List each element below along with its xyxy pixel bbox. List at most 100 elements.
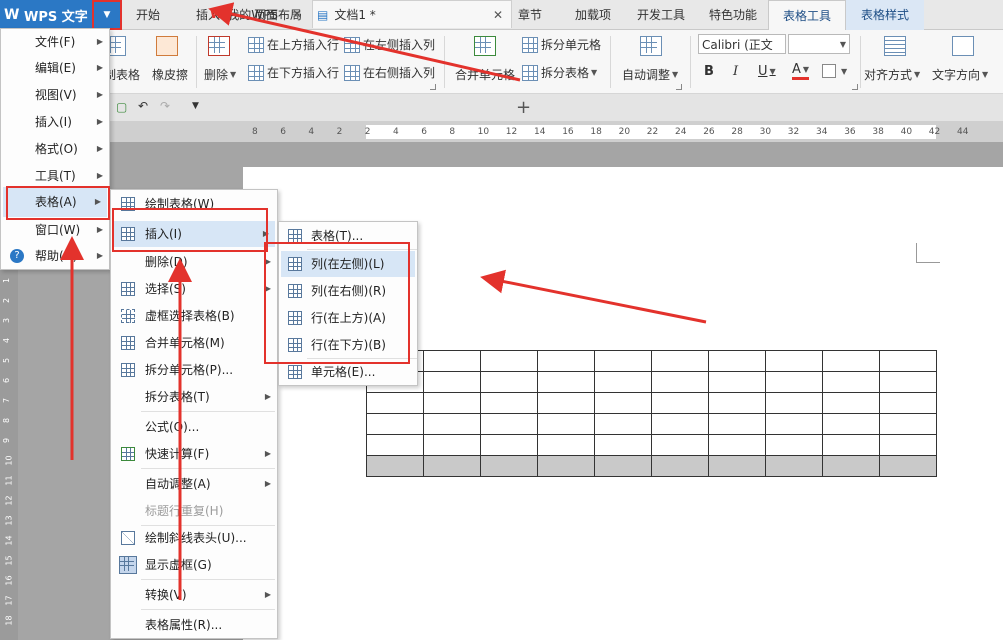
menu-item-auto-fit[interactable]: 自动调整(A) ▶: [111, 471, 277, 497]
menu-item-delete[interactable]: 删除(D) ▶: [111, 249, 277, 275]
table-cell[interactable]: [822, 413, 880, 435]
font-color-button[interactable]: A ▼: [792, 62, 810, 80]
doc-tab-mywps[interactable]: W 我的WPS ✕: [210, 0, 310, 28]
table-cell[interactable]: [708, 455, 766, 477]
table-cell[interactable]: [480, 413, 538, 435]
table-cell[interactable]: [822, 455, 880, 477]
table-cell[interactable]: [537, 350, 595, 372]
tab-addins[interactable]: 加载项: [564, 0, 622, 30]
table-cell[interactable]: [594, 413, 652, 435]
table-cell[interactable]: [879, 413, 937, 435]
table-cell[interactable]: [708, 350, 766, 372]
table-row[interactable]: [366, 434, 937, 456]
table-cell[interactable]: [708, 434, 766, 456]
table-cell[interactable]: [366, 392, 424, 414]
table-cell[interactable]: [651, 455, 709, 477]
table-cell[interactable]: [822, 350, 880, 372]
new-tab-icon[interactable]: +: [516, 97, 531, 118]
table-cell[interactable]: [594, 455, 652, 477]
menu-item-insert[interactable]: 插入(I) ▶: [1, 109, 109, 135]
table-cell[interactable]: [651, 434, 709, 456]
dialog-launcher-icon[interactable]: [676, 84, 682, 90]
delete-button[interactable]: 删除 ▼: [204, 66, 236, 83]
table-row[interactable]: [366, 371, 937, 393]
eraser-button[interactable]: 橡皮擦: [152, 66, 188, 83]
menu-item-row-above[interactable]: 行(在上方)(A): [279, 305, 417, 331]
menu-item-dashed-select[interactable]: 虚框选择表格(B): [111, 303, 277, 329]
tab-table-tools[interactable]: 表格工具: [768, 0, 846, 30]
table-row[interactable]: [366, 413, 937, 435]
insert-right-button[interactable]: 在右侧插入列: [344, 64, 435, 81]
table-cell[interactable]: [708, 371, 766, 393]
table-cell[interactable]: [651, 350, 709, 372]
table-cell[interactable]: [879, 455, 937, 477]
table-cell[interactable]: [594, 371, 652, 393]
split-table-button[interactable]: 拆分表格 ▼: [522, 64, 597, 81]
table-cell[interactable]: [594, 392, 652, 414]
table-cell[interactable]: [708, 392, 766, 414]
menu-item-row-below[interactable]: 行(在下方)(B): [279, 332, 417, 358]
menu-item-view[interactable]: 视图(V) ▶: [1, 82, 109, 108]
menu-item-insert-table[interactable]: 表格(T)...: [279, 223, 417, 249]
menu-item-edit[interactable]: 编辑(E) ▶: [1, 55, 109, 81]
table-row[interactable]: [366, 350, 937, 372]
tab-table-style[interactable]: 表格样式: [846, 0, 924, 30]
menu-item-quick-calc[interactable]: 快速计算(F) ▶: [111, 441, 277, 467]
dialog-launcher-icon[interactable]: [430, 84, 436, 90]
table-cell[interactable]: [765, 434, 823, 456]
table-cell[interactable]: [651, 371, 709, 393]
table-cell[interactable]: [480, 392, 538, 414]
doc-tab-document1[interactable]: ▤ 文档1 * ✕: [312, 0, 512, 28]
table-cell[interactable]: [423, 350, 481, 372]
table-row[interactable]: [366, 455, 937, 477]
table-cell[interactable]: [480, 350, 538, 372]
table-cell[interactable]: [537, 413, 595, 435]
tab-developer[interactable]: 开发工具: [628, 0, 694, 30]
table-cell[interactable]: [879, 434, 937, 456]
table-cell[interactable]: [708, 413, 766, 435]
table-cell[interactable]: [480, 455, 538, 477]
italic-button[interactable]: I: [733, 64, 738, 79]
split-cells-button[interactable]: 拆分单元格: [522, 36, 601, 53]
underline-button[interactable]: U ▼: [758, 64, 776, 79]
table-cell[interactable]: [765, 392, 823, 414]
table-row[interactable]: [366, 392, 937, 414]
table-cell[interactable]: [879, 350, 937, 372]
table-cell[interactable]: [423, 434, 481, 456]
table-cell[interactable]: [594, 434, 652, 456]
redo-icon[interactable]: ↷: [160, 99, 170, 113]
menu-item-window[interactable]: 窗口(W) ▶: [1, 217, 109, 243]
table-cell[interactable]: [879, 371, 937, 393]
app-menu-button[interactable]: W WPS 文字: [0, 0, 92, 30]
table-cell[interactable]: [423, 371, 481, 393]
menu-item-col-left[interactable]: 列(在左侧)(L): [281, 251, 415, 277]
auto-fit-button[interactable]: 自动调整 ▼: [622, 66, 678, 83]
menu-item-split-cells[interactable]: 拆分单元格(P)...: [111, 357, 277, 383]
table-cell[interactable]: [423, 392, 481, 414]
insert-below-button[interactable]: 在下方插入行: [248, 64, 339, 81]
menu-item-convert[interactable]: 转换(V) ▶: [111, 582, 277, 608]
table-cell[interactable]: [822, 434, 880, 456]
menu-item-help[interactable]: ? 帮助(H) ▶: [1, 243, 109, 269]
document-table[interactable]: [366, 350, 937, 477]
menu-item-split-table[interactable]: 拆分表格(T) ▶: [111, 384, 277, 410]
undo-icon[interactable]: ↶: [138, 99, 148, 113]
menu-item-col-right[interactable]: 列(在右侧)(R): [279, 278, 417, 304]
tab-special-features[interactable]: 特色功能: [700, 0, 766, 30]
table-cell[interactable]: [822, 371, 880, 393]
font-size-select[interactable]: ▼: [788, 34, 850, 54]
tab-start[interactable]: 开始: [122, 0, 174, 30]
table-cell[interactable]: [879, 392, 937, 414]
print-preview-icon[interactable]: ▢: [116, 100, 127, 114]
merge-cells-button[interactable]: 合并单元格: [455, 66, 515, 83]
menu-item-table-properties[interactable]: 表格属性(R)...: [111, 612, 277, 638]
menu-item-insert-cells[interactable]: 单元格(E)...: [279, 359, 417, 385]
insert-above-button[interactable]: 在上方插入行: [248, 36, 339, 53]
table-cell[interactable]: [537, 434, 595, 456]
table-cell[interactable]: [594, 350, 652, 372]
bold-button[interactable]: B: [704, 64, 714, 79]
table-cell[interactable]: [423, 413, 481, 435]
table-cell[interactable]: [765, 455, 823, 477]
table-cell[interactable]: [537, 392, 595, 414]
table-cell[interactable]: [765, 371, 823, 393]
